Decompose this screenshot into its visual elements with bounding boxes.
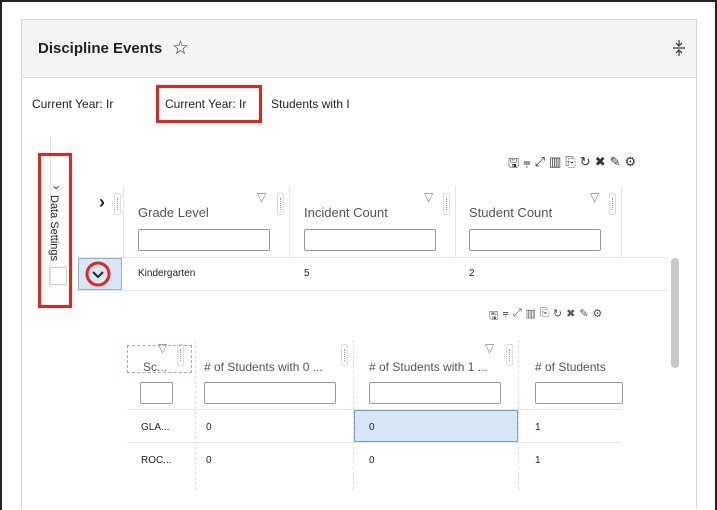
column-handle[interactable] xyxy=(177,344,184,366)
save-icon[interactable]: 🖫 xyxy=(508,154,519,176)
filter-icon[interactable]: ▽ xyxy=(424,190,433,204)
panel-header: Discipline Events ☆ xyxy=(22,20,696,78)
sub-column-header-students-2[interactable]: # of Students xyxy=(535,360,606,374)
sub-column-header-students-1[interactable]: # of Students with 1 ... xyxy=(369,360,488,374)
sub-cell-school: GLA... xyxy=(141,422,170,433)
column-divider xyxy=(195,340,196,490)
filter-clear-icon[interactable]: ⩦ xyxy=(523,154,531,176)
highlight-tab-box xyxy=(156,85,262,123)
column-divider xyxy=(518,340,519,490)
sub-cell-school: ROC... xyxy=(141,455,172,466)
tools-icon[interactable]: ✖ xyxy=(566,307,575,326)
export-icon[interactable]: ⎘ xyxy=(540,307,549,326)
columns-icon[interactable]: ▥ xyxy=(549,154,561,176)
students-0-filter-input[interactable] xyxy=(204,382,336,404)
panel-title: Discipline Events xyxy=(38,40,163,57)
column-header-incident-count[interactable]: Incident Count xyxy=(304,205,388,220)
students-1-filter-input[interactable] xyxy=(369,382,501,404)
filter-icon[interactable]: ▽ xyxy=(485,341,494,355)
column-handle[interactable] xyxy=(443,193,450,215)
header-bottom-line xyxy=(78,257,668,258)
settings-icon[interactable]: ⚙ xyxy=(593,307,603,326)
vertical-scrollbar[interactable] xyxy=(671,258,679,368)
sub-cell-students-2: 1 xyxy=(535,422,541,433)
cell-grade-kindergarten: Kindergarten xyxy=(138,268,196,279)
chevron-down-icon[interactable] xyxy=(85,261,111,287)
cell-incident-count: 5 xyxy=(304,268,310,279)
save-icon[interactable]: 🖫 xyxy=(489,307,498,326)
filter-icon[interactable]: ▽ xyxy=(158,341,167,355)
settings-icon[interactable]: ⚙ xyxy=(625,154,637,176)
sub-cell-students-1: 0 xyxy=(369,422,375,433)
row-bottom-line xyxy=(78,290,668,291)
student-count-filter-input[interactable] xyxy=(469,229,601,251)
filter-clear-icon[interactable]: ⩦ xyxy=(502,307,508,326)
sub-cell-students-0: 0 xyxy=(206,422,212,433)
refresh-icon[interactable]: ↻ xyxy=(553,307,562,326)
magic-icon[interactable]: ✎ xyxy=(579,307,588,326)
sub-toolbar: 🖫 ⩦ ⤢ ▥ ⎘ ↻ ✖ ✎ ⚙ xyxy=(489,307,602,326)
columns-icon[interactable]: ▥ xyxy=(526,307,536,326)
students-2-filter-input[interactable] xyxy=(535,382,623,404)
main-toolbar: 🖫 ⩦ ⤢ ▥ ⎘ ↻ ✖ ✎ ⚙ xyxy=(508,154,636,176)
sub-column-header-school[interactable]: Sc... xyxy=(143,360,167,374)
tab-current-year-1[interactable]: Current Year: Ir xyxy=(32,97,134,111)
magic-icon[interactable]: ✎ xyxy=(610,154,621,176)
filter-icon[interactable]: ▽ xyxy=(590,190,599,204)
sub-row-line xyxy=(127,442,622,443)
column-header-grade-level[interactable]: Grade Level xyxy=(138,205,209,220)
column-handle[interactable] xyxy=(277,193,284,215)
tools-icon[interactable]: ✖ xyxy=(595,154,606,176)
column-handle[interactable] xyxy=(609,193,616,215)
column-handle[interactable] xyxy=(114,193,121,215)
expand-all-icon[interactable]: › xyxy=(99,192,105,213)
refresh-icon[interactable]: ↻ xyxy=(580,154,591,176)
filter-icon[interactable]: ▽ xyxy=(257,190,266,204)
school-filter-input[interactable] xyxy=(140,382,173,404)
column-divider xyxy=(455,186,456,258)
column-handle[interactable] xyxy=(506,344,513,366)
collapse-icon[interactable] xyxy=(672,39,686,57)
column-divider xyxy=(621,186,622,258)
column-divider xyxy=(289,186,290,258)
sub-cell-students-0: 0 xyxy=(206,455,212,466)
sub-column-header-students-0[interactable]: # of Students with 0 ... xyxy=(204,360,323,374)
tab-students-with[interactable]: Students with I xyxy=(271,97,361,111)
star-icon[interactable]: ☆ xyxy=(172,37,189,60)
highlight-side-box xyxy=(38,153,72,308)
sub-cell-students-2: 1 xyxy=(535,455,541,466)
expand-icon[interactable]: ⤢ xyxy=(513,307,522,326)
grade-level-filter-input[interactable] xyxy=(138,229,270,251)
column-header-student-count[interactable]: Student Count xyxy=(469,205,552,220)
column-divider xyxy=(123,186,124,258)
selected-cell[interactable] xyxy=(354,410,518,442)
export-icon[interactable]: ⎘ xyxy=(565,154,575,176)
column-handle[interactable] xyxy=(341,344,348,366)
incident-count-filter-input[interactable] xyxy=(304,229,436,251)
expand-icon[interactable]: ⤢ xyxy=(535,154,545,176)
sub-cell-students-1: 0 xyxy=(369,455,375,466)
cell-student-count: 2 xyxy=(469,268,475,279)
